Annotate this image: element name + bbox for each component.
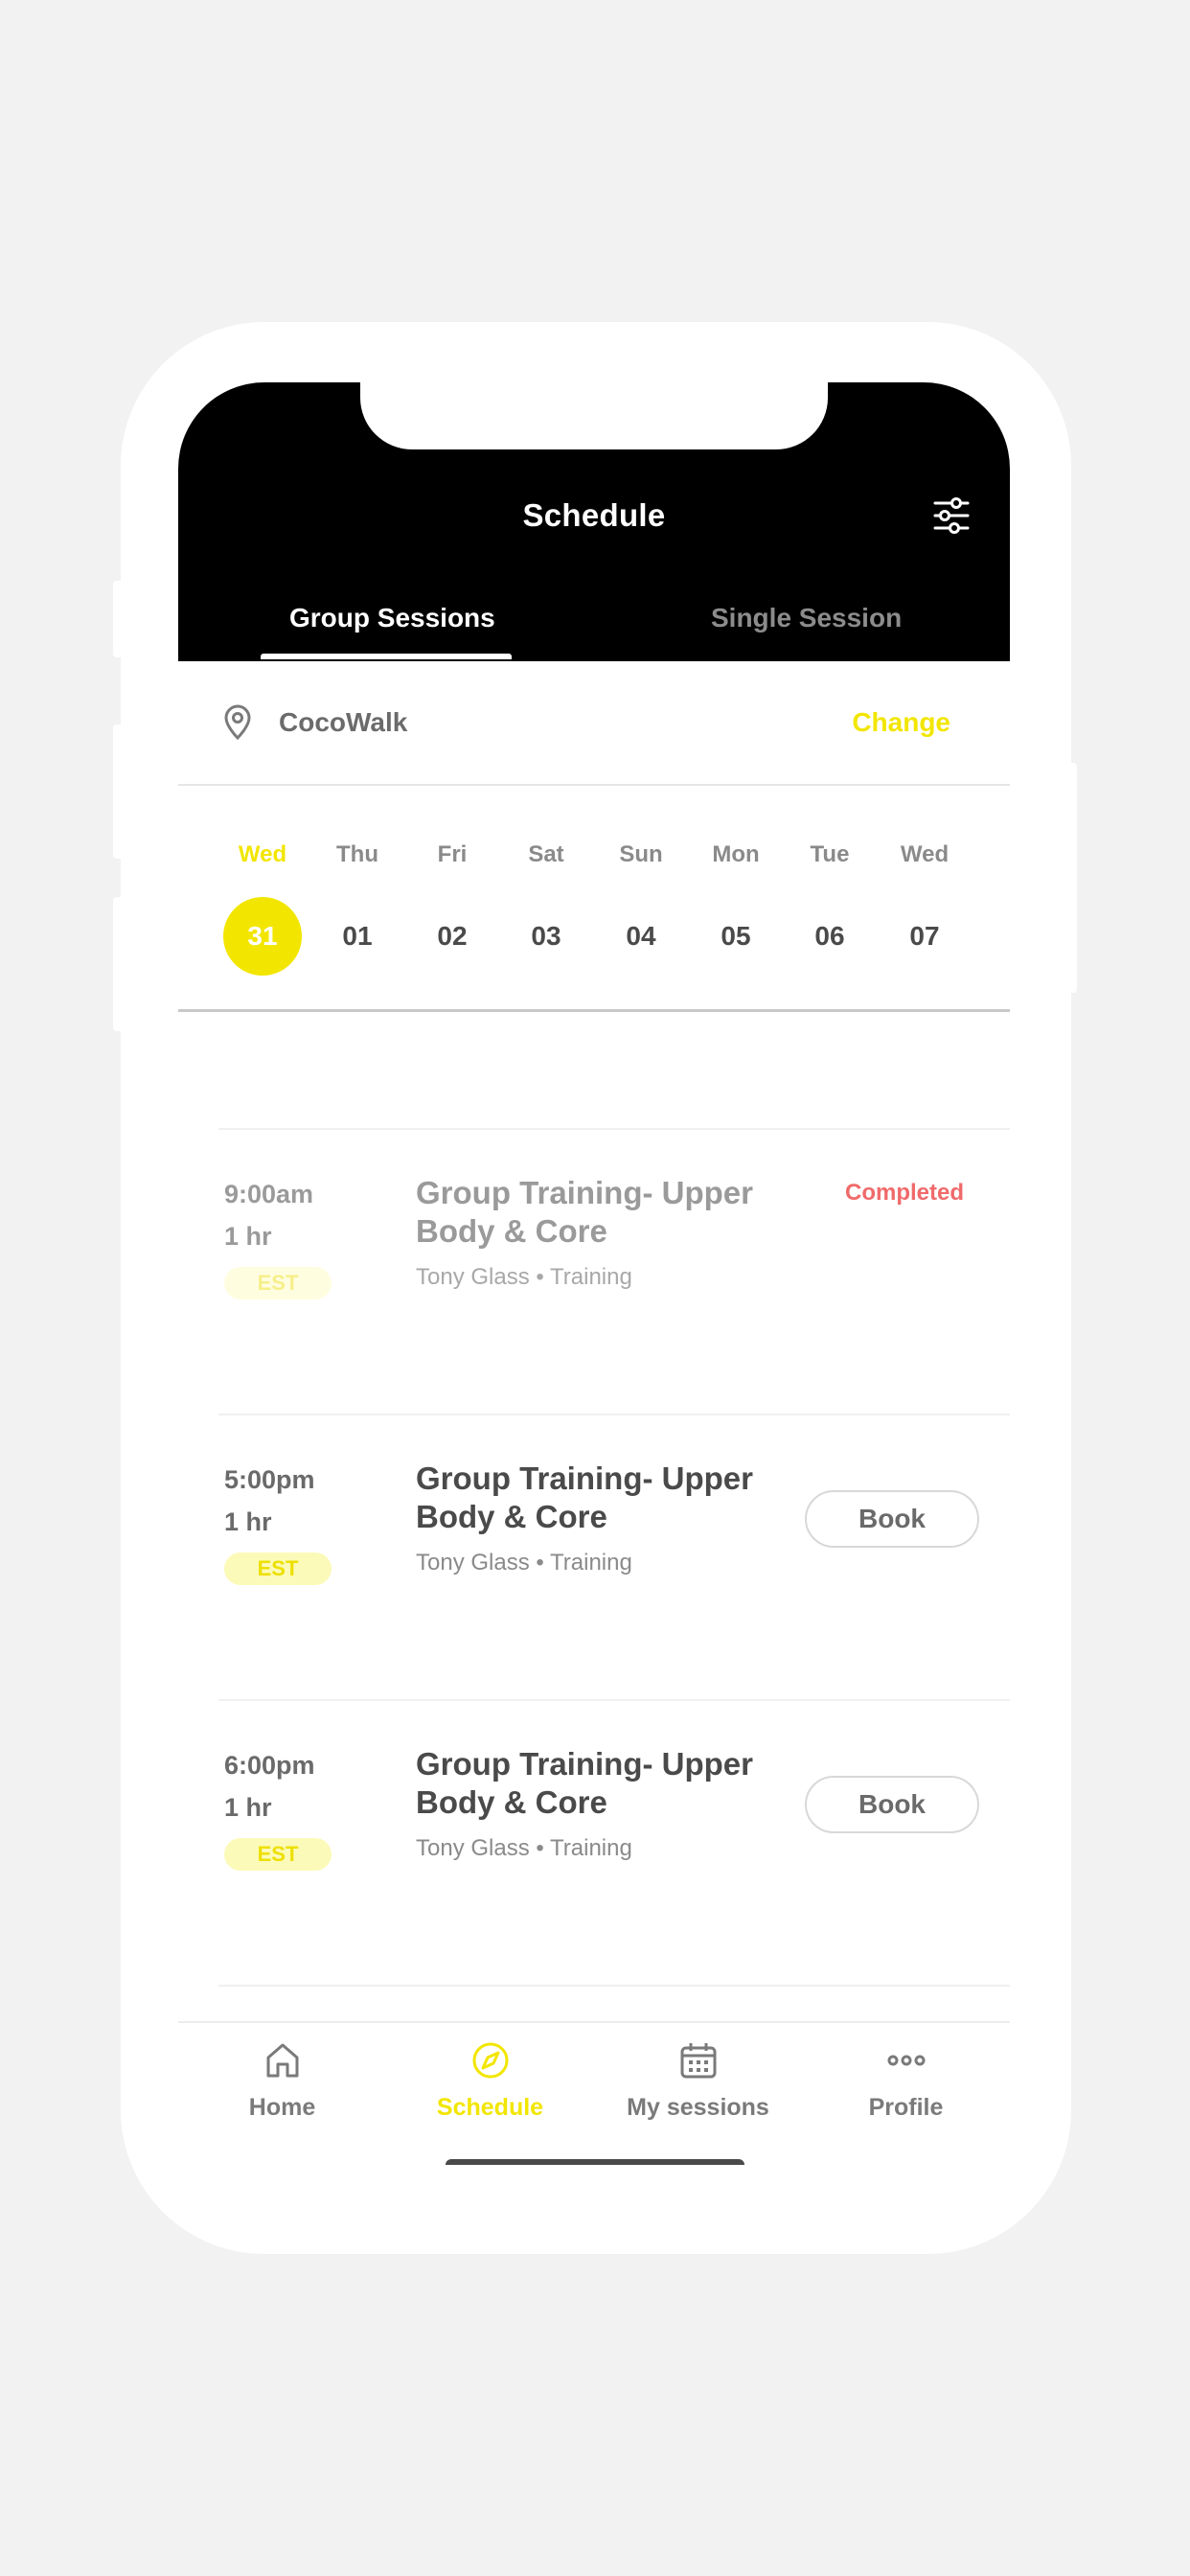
timezone-badge: EST [224, 1267, 332, 1300]
app-screen: Schedule Group Sessions Single Session C… [178, 382, 1010, 2165]
date-item[interactable]: Mon 05 [696, 786, 776, 1006]
tab-label: Schedule [436, 2094, 544, 2121]
session-item[interactable]: 6:00pm 1 hr EST Group Training- Upper Bo… [178, 1701, 1010, 1987]
day-number: 05 [721, 921, 751, 951]
day-name: Mon [712, 841, 760, 867]
compass-icon [472, 2042, 509, 2079]
change-location-button[interactable]: Change [852, 707, 950, 738]
side-button [1064, 763, 1077, 993]
day-number: 02 [437, 921, 468, 951]
more-icon [887, 2055, 926, 2066]
header: Schedule Group Sessions Single Session [178, 382, 1010, 661]
date-item[interactable]: Wed 07 [884, 786, 965, 1006]
session-duration: 1 hr [224, 1507, 272, 1536]
day-number: 04 [626, 921, 656, 951]
day-name: Sat [528, 841, 564, 867]
location-name: CocoWalk [279, 707, 408, 737]
timezone-badge: EST [224, 1552, 332, 1585]
day-number: 31 [223, 897, 302, 976]
side-button [113, 724, 126, 859]
session-trainer: Tony Glass • Training [416, 1835, 632, 1861]
session-item[interactable]: 9:00am 1 hr EST Group Training- Upper Bo… [178, 1130, 1010, 1415]
timezone-badge: EST [224, 1838, 332, 1871]
day-name: Tue [810, 841, 850, 867]
date-item[interactable]: Thu 01 [317, 786, 398, 1006]
day-name: Thu [336, 841, 378, 867]
tab-home[interactable]: Home [178, 2023, 386, 2128]
side-button [113, 897, 126, 1031]
status-label: Completed [844, 1180, 964, 1206]
book-button[interactable]: Book [805, 1776, 979, 1833]
bottom-tab-bar: Home Schedule My sessions Profile [178, 2021, 1010, 2165]
day-name: Sun [619, 841, 663, 867]
session-duration: 1 hr [224, 1793, 272, 1822]
tab-label: Profile [868, 2094, 944, 2121]
page-title: Schedule [522, 497, 666, 533]
sliders-icon[interactable] [931, 495, 972, 536]
date-item[interactable]: Sat 03 [506, 786, 586, 1006]
day-name: Wed [900, 841, 950, 867]
day-number: 01 [342, 921, 373, 951]
session-title: Group Training- Upper Body & Core [416, 1175, 753, 1249]
calendar-icon [680, 2043, 717, 2079]
side-button [113, 581, 126, 657]
session-title: Group Training- Upper Body & Core [416, 1460, 753, 1534]
session-trainer: Tony Glass • Training [416, 1550, 632, 1576]
session-time: 9:00am [224, 1180, 314, 1208]
day-name: Fri [437, 841, 468, 867]
tab-my-sessions[interactable]: My sessions [594, 2023, 802, 2128]
home-icon [266, 2043, 299, 2078]
home-indicator[interactable] [446, 2159, 744, 2165]
session-duration: 1 hr [224, 1222, 272, 1251]
book-button[interactable]: Book [805, 1490, 979, 1548]
date-item[interactable]: Wed 31 [222, 786, 303, 1006]
tab-single-session[interactable]: Single Session [711, 603, 902, 633]
date-item[interactable]: Tue 06 [790, 786, 870, 1006]
session-trainer: Tony Glass • Training [416, 1264, 632, 1290]
tab-schedule[interactable]: Schedule [386, 2023, 594, 2128]
date-strip: Wed 31 Thu 01 Fri 02 Sat 03 Sun 04 Mon 0… [178, 786, 1010, 1012]
day-number: 06 [814, 921, 845, 951]
divider [218, 1985, 1010, 1987]
device-notch [360, 382, 828, 449]
tab-label: My sessions [627, 2094, 769, 2121]
date-item[interactable]: Sun 04 [601, 786, 681, 1006]
session-time: 6:00pm [224, 1751, 315, 1780]
location-row: CocoWalk Change [178, 661, 1010, 786]
tab-label: Home [248, 2094, 316, 2121]
active-tab-indicator [261, 654, 512, 659]
day-name: Wed [238, 841, 287, 867]
day-number: 07 [909, 921, 940, 951]
map-pin-icon [224, 704, 251, 741]
tab-group-sessions[interactable]: Group Sessions [289, 603, 495, 633]
session-title: Group Training- Upper Body & Core [416, 1746, 753, 1820]
day-number: 03 [531, 921, 561, 951]
session-time: 5:00pm [224, 1465, 315, 1494]
tab-profile[interactable]: Profile [802, 2023, 1010, 2128]
date-item[interactable]: Fri 02 [412, 786, 492, 1006]
session-item[interactable]: 5:00pm 1 hr EST Group Training- Upper Bo… [178, 1415, 1010, 1701]
